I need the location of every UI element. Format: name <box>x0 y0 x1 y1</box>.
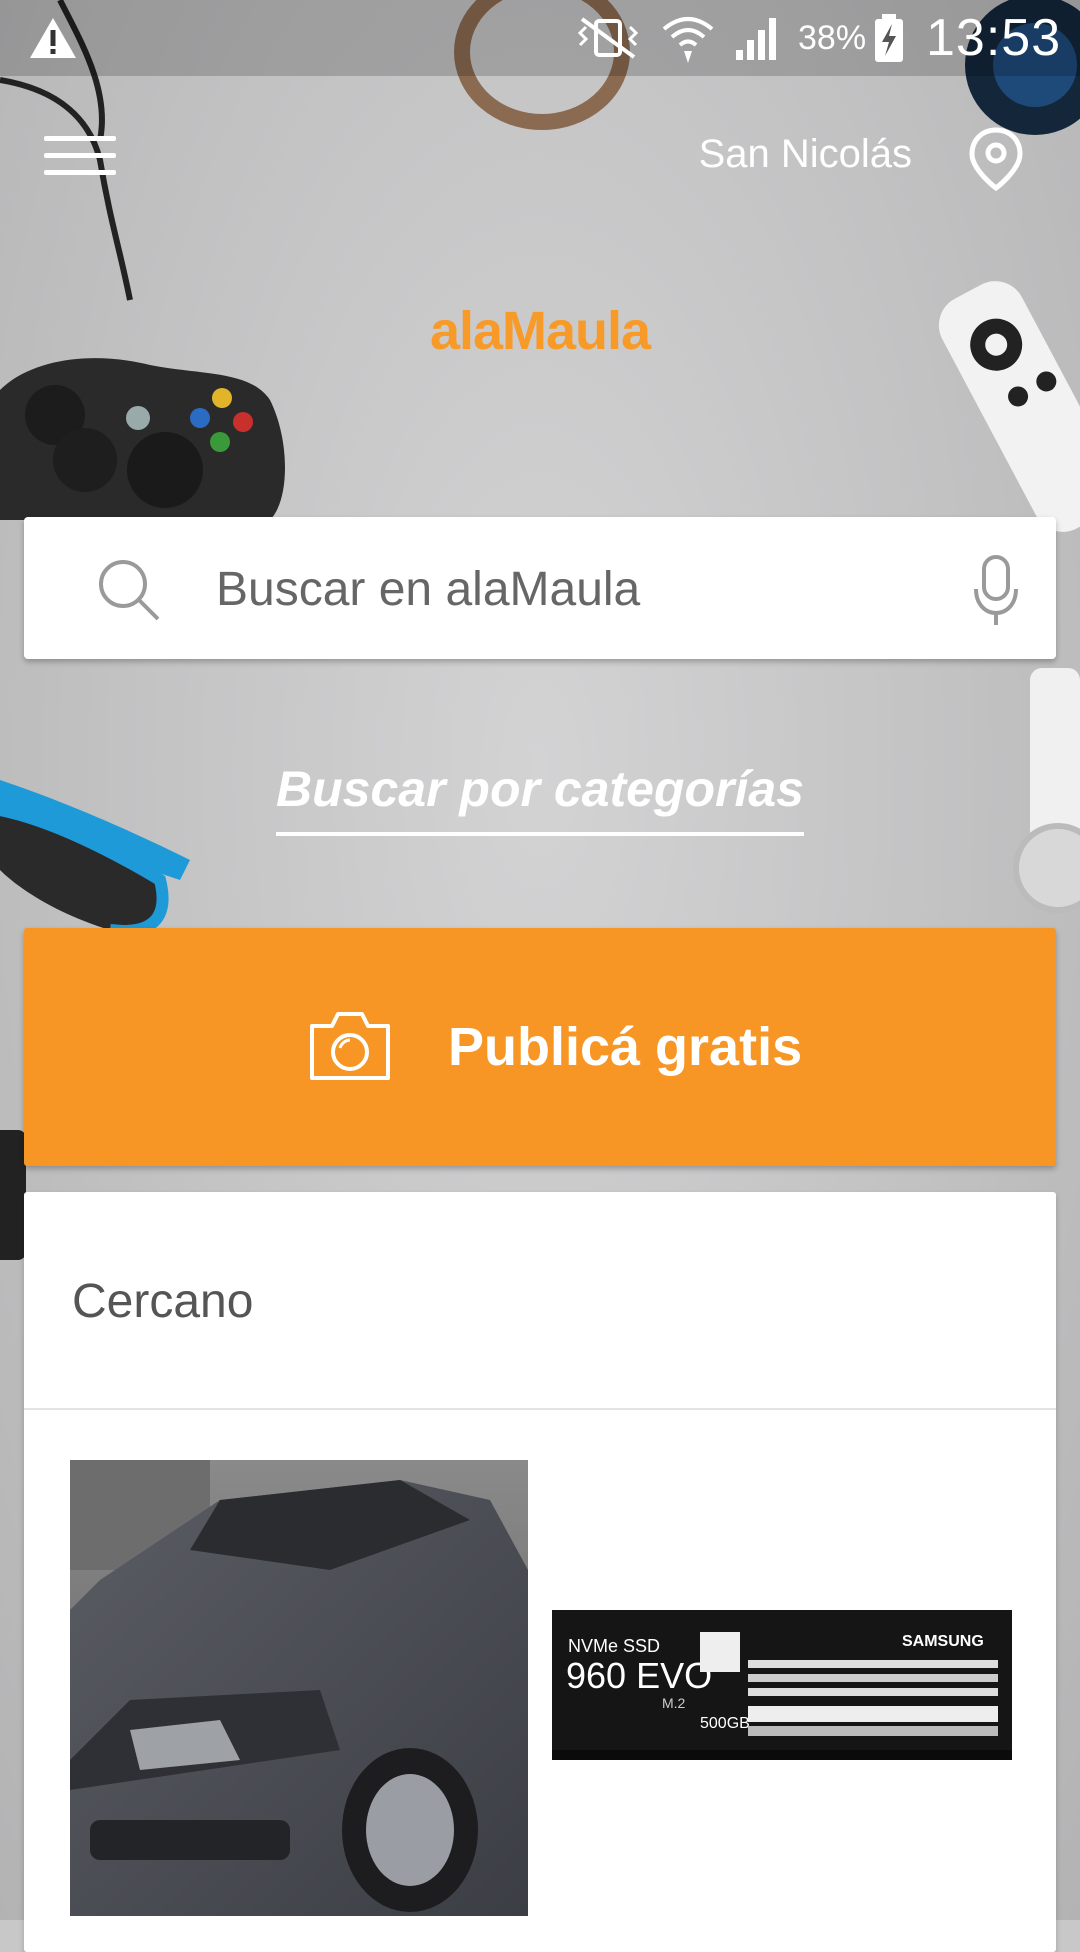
wifi-icon <box>660 0 716 76</box>
signal-icon <box>732 0 784 76</box>
svg-text:NVMe SSD: NVMe SSD <box>568 1636 660 1656</box>
svg-text:500GB: 500GB <box>700 1715 750 1732</box>
search-input[interactable] <box>214 557 918 621</box>
location-label[interactable]: San Nicolás <box>699 132 912 177</box>
mic-icon[interactable] <box>972 553 1020 629</box>
battery-percent: 38% <box>798 18 867 57</box>
location-pin-icon[interactable] <box>966 126 1026 192</box>
categories-link-wrapper: Buscar por categorías <box>0 760 1080 836</box>
status-bar: 38% 13:53 <box>0 0 1080 76</box>
listing-item-ssd[interactable]: NVMe SSD 960 EVO M.2 500GB SAMSUNG <box>552 1610 1012 1760</box>
listing-item-car[interactable] <box>70 1460 528 1916</box>
camera-icon <box>306 1008 394 1084</box>
menu-button[interactable] <box>44 136 116 184</box>
warning-icon <box>28 0 78 76</box>
svg-text:M.2: M.2 <box>662 1695 686 1711</box>
car-image <box>70 1460 528 1916</box>
svg-text:960 EVO: 960 EVO <box>566 1655 712 1696</box>
ssd-image: NVMe SSD 960 EVO M.2 500GB SAMSUNG <box>552 1610 1012 1760</box>
app-logo: alaMaula <box>429 301 651 361</box>
nearby-title: Cercano <box>72 1275 254 1328</box>
svg-text:SAMSUNG: SAMSUNG <box>902 1633 984 1650</box>
nearby-section: Cercano NVMe SSD 960 EVO M.2 500GB SAMSU… <box>24 1192 1056 1952</box>
clock: 13:53 <box>926 9 1062 67</box>
search-bar[interactable] <box>24 517 1056 659</box>
controller-image <box>0 358 285 520</box>
divider <box>24 1408 1056 1410</box>
publish-label: Publicá gratis <box>448 1017 803 1077</box>
vibrate-icon <box>572 0 644 76</box>
browse-categories-link[interactable]: Buscar por categorías <box>276 760 804 836</box>
battery-icon <box>872 0 906 76</box>
search-icon <box>96 557 162 623</box>
publish-button[interactable]: Publicá gratis <box>24 928 1056 1166</box>
menu-icon <box>44 136 116 141</box>
